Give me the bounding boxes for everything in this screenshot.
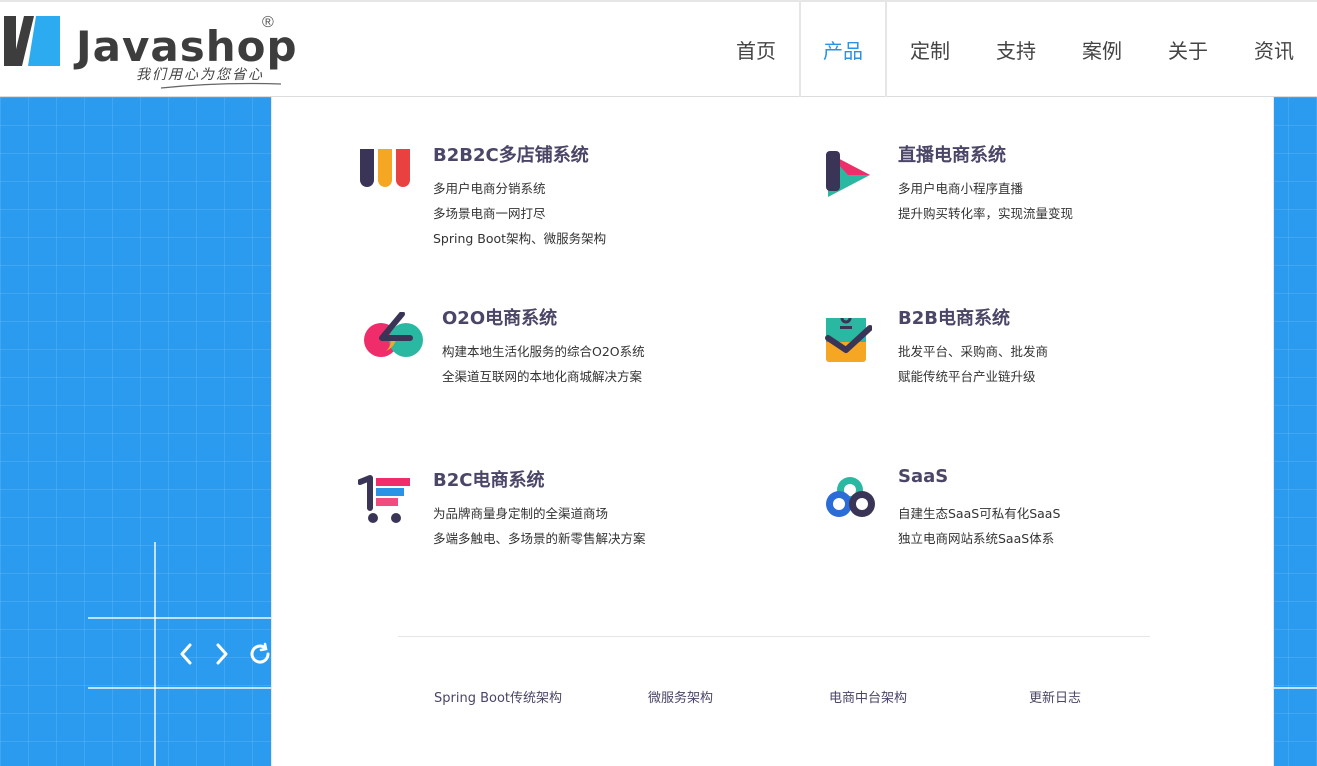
product-desc-line: 多端多触电、多场景的新零售解决方案 (433, 531, 646, 546)
logo-swoosh (160, 82, 282, 89)
product-desc-line: 构建本地生活化服务的综合O2O系统 (442, 344, 645, 359)
hero-grid-line-horizontal-right (1274, 687, 1317, 689)
hero-grid-line-horizontal (88, 687, 271, 689)
slider-next-icon[interactable] (214, 643, 230, 665)
slider-refresh-icon[interactable] (248, 642, 272, 666)
nav-item-news[interactable]: 资讯 (1231, 2, 1317, 97)
slider-prev-icon[interactable] (178, 643, 194, 665)
main-nav: 首页 产品 定制 支持 案例 关于 资讯 (713, 2, 1317, 97)
footer-link-spring-boot[interactable]: Spring Boot传统架构 (434, 687, 562, 706)
product-title: SaaS (898, 466, 949, 487)
product-desc-line: 提升购买转化率，实现流量变现 (898, 206, 1074, 221)
nav-item-custom[interactable]: 定制 (887, 2, 973, 97)
product-saas[interactable]: SaaS 自建生态SaaS可私有化SaaS 独立电商网站系统SaaS体系 (824, 466, 1204, 566)
product-desc-line: 多用户电商分销系统 (433, 181, 546, 196)
product-desc-line: 自建生态SaaS可私有化SaaS (898, 506, 1061, 521)
product-desc-line: 多用户电商小程序直播 (898, 181, 1024, 196)
product-desc-line: 多场景电商一网打尽 (433, 206, 546, 221)
product-desc-line: 独立电商网站系统SaaS体系 (898, 531, 1055, 546)
product-title: O2O电商系统 (442, 308, 558, 329)
footer-link-microservices[interactable]: 微服务架构 (648, 687, 713, 706)
footer-link-changelog[interactable]: 更新日志 (1029, 687, 1081, 706)
nav-item-cases[interactable]: 案例 (1059, 2, 1145, 97)
hero-grid-line-horizontal (88, 617, 271, 619)
logo[interactable]: Javashop ® 我们用心为您省心 (4, 14, 297, 94)
nav-item-products[interactable]: 产品 (799, 2, 887, 97)
divider (398, 636, 1150, 637)
registered-mark: ® (262, 14, 274, 31)
footer-link-middle-platform[interactable]: 电商中台架构 (829, 687, 907, 706)
product-title: B2C电商系统 (433, 470, 545, 491)
cart-icon (358, 475, 410, 523)
product-desc-line: Spring Boot架构、微服务架构 (433, 231, 607, 246)
o2o-icon (364, 312, 423, 357)
play-icon (826, 151, 870, 197)
nav-item-about[interactable]: 关于 (1145, 2, 1231, 97)
bag-check-icon (825, 317, 872, 362)
site-header: Javashop ® 我们用心为您省心 首页 产品 定制 支持 案例 关于 资讯 (0, 0, 1317, 97)
product-o2o[interactable]: O2O电商系统 构建本地生活化服务的综合O2O系统 全渠道互联网的本地化商城解决… (362, 304, 732, 404)
product-b2c[interactable]: B2C电商系统 为品牌商量身定制的全渠道商场 多端多触电、多场景的新零售解决方案 (358, 466, 738, 566)
product-desc-line: 批发平台、采购商、批发商 (898, 344, 1049, 359)
product-desc-line: 为品牌商量身定制的全渠道商场 (433, 506, 609, 521)
bars-icon (360, 149, 410, 187)
products-dropdown: B2B2C多店铺系统 多用户电商分销系统 多场景电商一网打尽 Spring Bo… (271, 97, 1274, 766)
product-desc-line: 全渠道互联网的本地化商城解决方案 (442, 369, 643, 384)
product-live[interactable]: 直播电商系统 多用户电商小程序直播 提升购买转化率，实现流量变现 (824, 141, 1204, 241)
nav-item-home[interactable]: 首页 (713, 2, 799, 97)
hero-grid-line-vertical (154, 542, 156, 766)
product-title: B2B2C多店铺系统 (433, 145, 589, 166)
product-b2b[interactable]: B2B电商系统 批发平台、采购商、批发商 赋能传统平台产业链升级 (824, 304, 1204, 404)
product-b2b2c[interactable]: B2B2C多店铺系统 多用户电商分销系统 多场景电商一网打尽 Spring Bo… (358, 141, 718, 261)
cloud-icon (826, 477, 875, 517)
nav-item-support[interactable]: 支持 (973, 2, 1059, 97)
product-title: 直播电商系统 (898, 145, 1006, 166)
product-desc-line: 赋能传统平台产业链升级 (898, 369, 1036, 384)
product-title: B2B电商系统 (898, 308, 1010, 329)
logo-mark-icon (4, 16, 60, 66)
